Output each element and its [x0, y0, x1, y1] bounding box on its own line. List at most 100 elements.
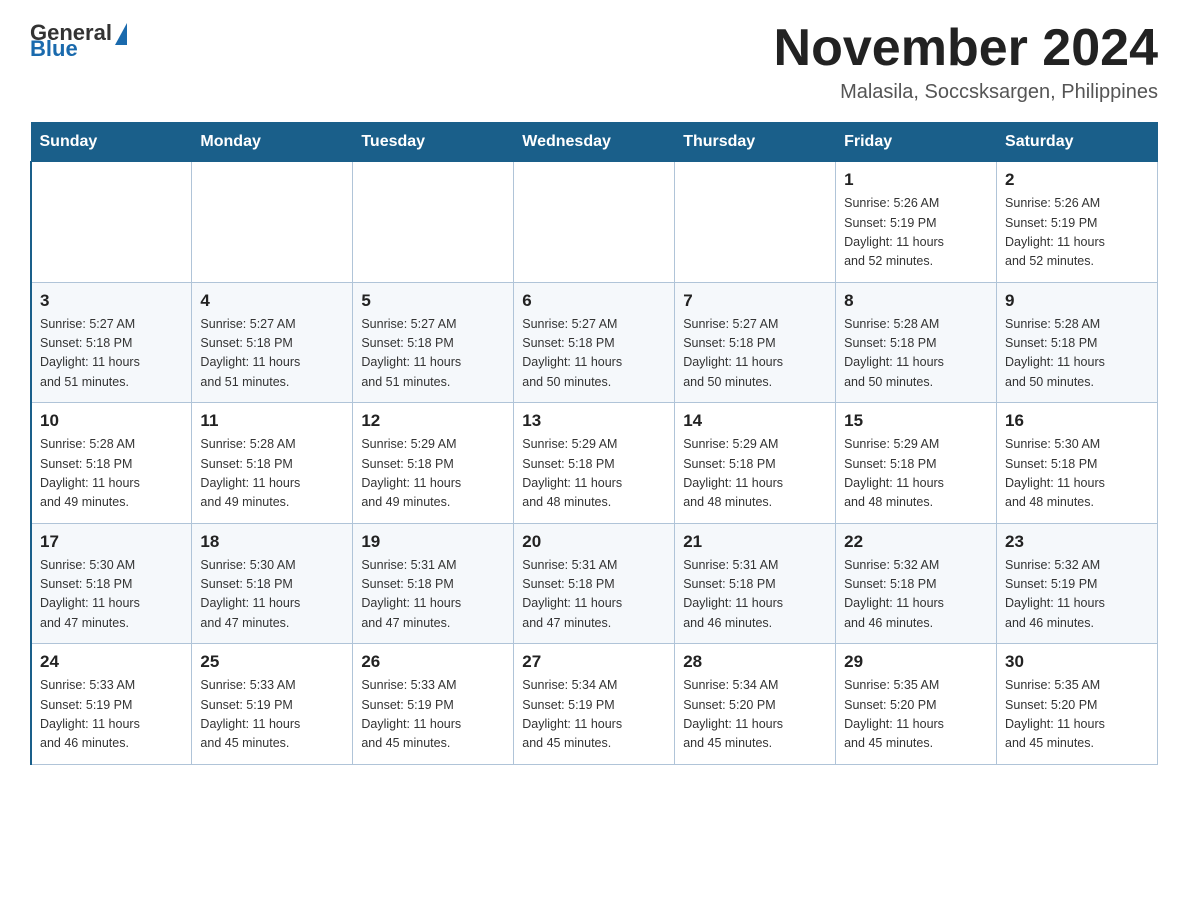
day-number: 24 [40, 652, 183, 672]
calendar-header: SundayMondayTuesdayWednesdayThursdayFrid… [31, 123, 1158, 162]
day-cell [514, 162, 675, 283]
week-row-1: 1 Sunrise: 5:26 AM Sunset: 5:19 PM Daylig… [31, 162, 1158, 283]
day-cell: 3 Sunrise: 5:27 AM Sunset: 5:18 PM Daylig… [31, 282, 192, 403]
day-number: 8 [844, 291, 988, 311]
day-number: 23 [1005, 532, 1149, 552]
day-number: 17 [40, 532, 183, 552]
day-info: Sunrise: 5:31 AM Sunset: 5:18 PM Dayligh… [361, 556, 505, 634]
day-info: Sunrise: 5:29 AM Sunset: 5:18 PM Dayligh… [361, 435, 505, 513]
header-cell-thursday: Thursday [675, 123, 836, 162]
day-info: Sunrise: 5:27 AM Sunset: 5:18 PM Dayligh… [200, 315, 344, 393]
day-info: Sunrise: 5:32 AM Sunset: 5:19 PM Dayligh… [1005, 556, 1149, 634]
day-cell: 20Sunrise: 5:31 AM Sunset: 5:18 PM Dayli… [514, 523, 675, 644]
header-cell-friday: Friday [836, 123, 997, 162]
day-cell: 17 Sunrise: 5:30 AM Sunset: 5:18 PM Dayli… [31, 523, 192, 644]
day-cell: 27 Sunrise: 5:34 AM Sunset: 5:19 PM Dayli… [514, 644, 675, 765]
day-info: Sunrise: 5:28 AM Sunset: 5:18 PM Dayligh… [200, 435, 344, 513]
day-cell: 12Sunrise: 5:29 AM Sunset: 5:18 PM Dayli… [353, 403, 514, 524]
day-cell: 14Sunrise: 5:29 AM Sunset: 5:18 PM Dayli… [675, 403, 836, 524]
header-cell-wednesday: Wednesday [514, 123, 675, 162]
day-cell: 11 Sunrise: 5:28 AM Sunset: 5:18 PM Dayli… [192, 403, 353, 524]
day-cell: 15 Sunrise: 5:29 AM Sunset: 5:18 PM Dayli… [836, 403, 997, 524]
day-number: 1 [844, 170, 988, 190]
day-number: 6 [522, 291, 666, 311]
week-row-5: 24 Sunrise: 5:33 AM Sunset: 5:19 PM Dayli… [31, 644, 1158, 765]
day-cell: 10Sunrise: 5:28 AM Sunset: 5:18 PM Dayli… [31, 403, 192, 524]
week-row-4: 17 Sunrise: 5:30 AM Sunset: 5:18 PM Dayli… [31, 523, 1158, 644]
day-cell: 2 Sunrise: 5:26 AM Sunset: 5:19 PM Daylig… [997, 162, 1158, 283]
day-number: 27 [522, 652, 666, 672]
day-cell: 24 Sunrise: 5:33 AM Sunset: 5:19 PM Dayli… [31, 644, 192, 765]
day-number: 19 [361, 532, 505, 552]
day-info: Sunrise: 5:27 AM Sunset: 5:18 PM Dayligh… [40, 315, 183, 393]
day-info: Sunrise: 5:34 AM Sunset: 5:19 PM Dayligh… [522, 676, 666, 754]
day-number: 25 [200, 652, 344, 672]
day-cell: 22Sunrise: 5:32 AM Sunset: 5:18 PM Dayli… [836, 523, 997, 644]
day-cell: 25 Sunrise: 5:33 AM Sunset: 5:19 PM Dayli… [192, 644, 353, 765]
week-row-3: 10Sunrise: 5:28 AM Sunset: 5:18 PM Dayli… [31, 403, 1158, 524]
day-number: 26 [361, 652, 505, 672]
calendar-table: SundayMondayTuesdayWednesdayThursdayFrid… [30, 122, 1158, 765]
day-info: Sunrise: 5:29 AM Sunset: 5:18 PM Dayligh… [683, 435, 827, 513]
day-info: Sunrise: 5:27 AM Sunset: 5:18 PM Dayligh… [683, 315, 827, 393]
day-cell [675, 162, 836, 283]
logo-triangle-icon [115, 23, 127, 45]
day-cell: 28 Sunrise: 5:34 AM Sunset: 5:20 PM Dayli… [675, 644, 836, 765]
day-number: 29 [844, 652, 988, 672]
day-cell: 9 Sunrise: 5:28 AM Sunset: 5:18 PM Daylig… [997, 282, 1158, 403]
day-number: 18 [200, 532, 344, 552]
day-cell: 18 Sunrise: 5:30 AM Sunset: 5:18 PM Dayli… [192, 523, 353, 644]
day-info: Sunrise: 5:26 AM Sunset: 5:19 PM Dayligh… [1005, 194, 1149, 272]
day-cell [31, 162, 192, 283]
day-cell: 30Sunrise: 5:35 AM Sunset: 5:20 PM Dayli… [997, 644, 1158, 765]
calendar-body: 1 Sunrise: 5:26 AM Sunset: 5:19 PM Daylig… [31, 162, 1158, 765]
day-cell: 23 Sunrise: 5:32 AM Sunset: 5:19 PM Dayli… [997, 523, 1158, 644]
day-number: 22 [844, 532, 988, 552]
day-info: Sunrise: 5:35 AM Sunset: 5:20 PM Dayligh… [844, 676, 988, 754]
day-info: Sunrise: 5:30 AM Sunset: 5:18 PM Dayligh… [1005, 435, 1149, 513]
title-block: November 2024 Malasila, Soccsksargen, Ph… [774, 20, 1158, 104]
day-number: 3 [40, 291, 183, 311]
day-number: 20 [522, 532, 666, 552]
day-number: 30 [1005, 652, 1149, 672]
day-info: Sunrise: 5:30 AM Sunset: 5:18 PM Dayligh… [40, 556, 183, 634]
day-number: 15 [844, 411, 988, 431]
logo: General Blue [30, 20, 127, 62]
day-info: Sunrise: 5:29 AM Sunset: 5:18 PM Dayligh… [522, 435, 666, 513]
calendar-subtitle: Malasila, Soccsksargen, Philippines [774, 81, 1158, 104]
day-info: Sunrise: 5:30 AM Sunset: 5:18 PM Dayligh… [200, 556, 344, 634]
day-number: 5 [361, 291, 505, 311]
day-cell [192, 162, 353, 283]
day-info: Sunrise: 5:28 AM Sunset: 5:18 PM Dayligh… [1005, 315, 1149, 393]
header-row: SundayMondayTuesdayWednesdayThursdayFrid… [31, 123, 1158, 162]
day-info: Sunrise: 5:33 AM Sunset: 5:19 PM Dayligh… [40, 676, 183, 754]
day-number: 11 [200, 411, 344, 431]
day-number: 13 [522, 411, 666, 431]
calendar-title: November 2024 [774, 20, 1158, 77]
header-cell-monday: Monday [192, 123, 353, 162]
day-cell: 8 Sunrise: 5:28 AM Sunset: 5:18 PM Daylig… [836, 282, 997, 403]
day-cell: 5 Sunrise: 5:27 AM Sunset: 5:18 PM Daylig… [353, 282, 514, 403]
header-cell-saturday: Saturday [997, 123, 1158, 162]
day-info: Sunrise: 5:33 AM Sunset: 5:19 PM Dayligh… [200, 676, 344, 754]
day-info: Sunrise: 5:26 AM Sunset: 5:19 PM Dayligh… [844, 194, 988, 272]
day-info: Sunrise: 5:28 AM Sunset: 5:18 PM Dayligh… [844, 315, 988, 393]
day-info: Sunrise: 5:31 AM Sunset: 5:18 PM Dayligh… [683, 556, 827, 634]
week-row-2: 3 Sunrise: 5:27 AM Sunset: 5:18 PM Daylig… [31, 282, 1158, 403]
day-info: Sunrise: 5:28 AM Sunset: 5:18 PM Dayligh… [40, 435, 183, 513]
day-number: 28 [683, 652, 827, 672]
day-cell: 19 Sunrise: 5:31 AM Sunset: 5:18 PM Dayli… [353, 523, 514, 644]
day-info: Sunrise: 5:27 AM Sunset: 5:18 PM Dayligh… [361, 315, 505, 393]
day-cell: 7Sunrise: 5:27 AM Sunset: 5:18 PM Daylig… [675, 282, 836, 403]
day-info: Sunrise: 5:34 AM Sunset: 5:20 PM Dayligh… [683, 676, 827, 754]
day-number: 21 [683, 532, 827, 552]
day-cell: 13 Sunrise: 5:29 AM Sunset: 5:18 PM Dayli… [514, 403, 675, 524]
day-cell: 29 Sunrise: 5:35 AM Sunset: 5:20 PM Dayli… [836, 644, 997, 765]
header-cell-sunday: Sunday [31, 123, 192, 162]
day-number: 9 [1005, 291, 1149, 311]
day-cell: 1 Sunrise: 5:26 AM Sunset: 5:19 PM Daylig… [836, 162, 997, 283]
day-info: Sunrise: 5:29 AM Sunset: 5:18 PM Dayligh… [844, 435, 988, 513]
day-number: 2 [1005, 170, 1149, 190]
day-number: 4 [200, 291, 344, 311]
logo-blue-text: Blue [30, 36, 78, 62]
